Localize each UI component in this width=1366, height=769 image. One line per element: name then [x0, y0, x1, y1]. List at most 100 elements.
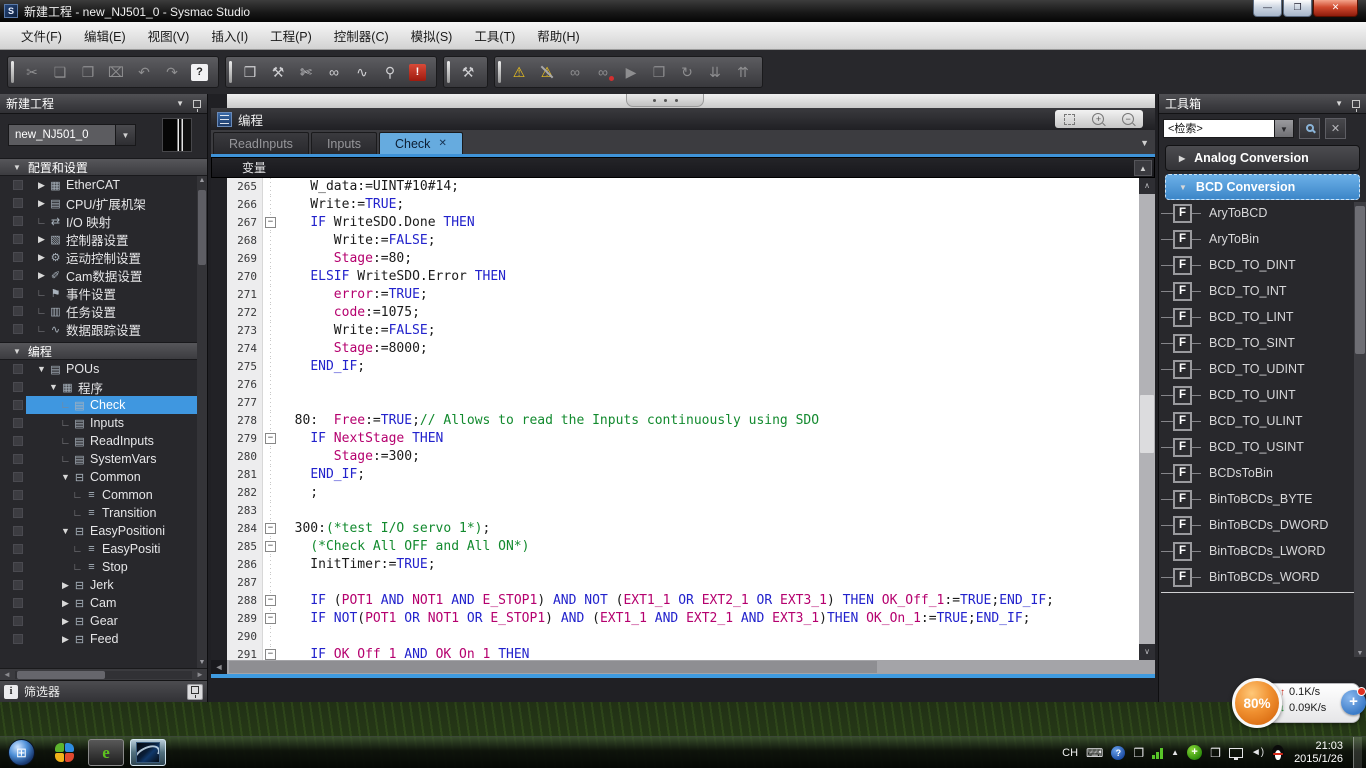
search-clear-button[interactable]: ✕ [1325, 118, 1346, 139]
toolbox-fn-BCD_TO_DINT[interactable]: FBCD_TO_DINT [1159, 252, 1366, 278]
menu-视图(V)[interactable]: 视图(V) [137, 22, 201, 49]
help-tray-icon[interactable]: ? [1111, 746, 1125, 760]
tree-item-Transition[interactable]: ∟≡Transition [0, 504, 207, 522]
check-program-icon[interactable]: ∞ [320, 60, 348, 84]
toolbox-fn-BCD_TO_USINT[interactable]: FBCD_TO_USINT [1159, 434, 1366, 460]
code-line-266[interactable]: 266 Write:=TRUE; [227, 196, 1139, 214]
filter-bar[interactable]: i 筛选器 [0, 680, 207, 702]
toolbox-header[interactable]: 工具箱 ▼ [1159, 94, 1366, 114]
troubleshoot-icon[interactable]: ⚒ [454, 60, 482, 84]
taskbar-app-pinwheel[interactable] [46, 739, 82, 766]
monitor-window-icon[interactable]: ∿ [348, 60, 376, 84]
code-line-276[interactable]: 276 [227, 376, 1139, 394]
scroll-up-icon[interactable]: ▲ [197, 176, 207, 186]
taskbar-app-sysmac[interactable] [130, 739, 166, 766]
window-icon[interactable]: ❒ [236, 60, 264, 84]
tree-item-Stop[interactable]: ∟≡Stop [0, 558, 207, 576]
code-line-273[interactable]: 273 Write:=FALSE; [227, 322, 1139, 340]
taskbar-app-browser[interactable]: e [88, 739, 124, 766]
menu-插入(I)[interactable]: 插入(I) [200, 22, 259, 49]
window-tray-icon[interactable]: ❐ [1133, 746, 1144, 760]
pin-icon[interactable] [1352, 100, 1360, 108]
show-desktop-button[interactable] [1353, 737, 1362, 769]
stop-monitor-icon[interactable]: ∞ [589, 60, 617, 84]
filter-pin-button[interactable] [187, 684, 203, 700]
code-hscrollbar[interactable]: ◄ [211, 660, 1155, 674]
tree-expand-icon[interactable]: ▶ [35, 252, 48, 263]
tree-item-ReadInputs[interactable]: ∟▤ReadInputs [0, 432, 207, 450]
tree-item-运动控制设置[interactable]: ▶⚙运动控制设置 [0, 248, 207, 266]
code-line-287[interactable]: 287 [227, 574, 1139, 592]
tree-item-EtherCAT[interactable]: ▶▦EtherCAT [0, 176, 207, 194]
menu-帮助(H)[interactable]: 帮助(H) [526, 22, 590, 49]
menu-工程(P)[interactable]: 工程(P) [259, 22, 323, 49]
tree-item-控制器设置[interactable]: ▶▧控制器设置 [0, 230, 207, 248]
scroll-up-icon[interactable]: ∧ [1139, 178, 1155, 194]
tree-hscrollbar[interactable]: ◄ ► [0, 668, 207, 680]
code-hscrollbar-thumb[interactable] [229, 661, 877, 673]
toolbox-group-bcd[interactable]: ▼ BCD Conversion [1165, 174, 1360, 200]
toolbox-group-analog[interactable]: ▶ Analog Conversion [1165, 145, 1360, 171]
code-lines[interactable]: 265 W_data:=UINT#10#14;266 Write:=TRUE;2… [227, 178, 1139, 660]
tree-expand-icon[interactable]: ▶ [59, 634, 72, 645]
fold-collapse-icon[interactable]: − [265, 541, 276, 552]
scroll-right-icon[interactable]: ► [193, 670, 207, 680]
chevron-down-icon[interactable]: ▼ [1335, 99, 1343, 108]
tree-item-EasyPositi[interactable]: ∟≡EasyPositi [0, 540, 207, 558]
toolbox-fn-BCD_TO_ULINT[interactable]: FBCD_TO_ULINT [1159, 408, 1366, 434]
toolbox-fn-BCDsToBin[interactable]: FBCDsToBin [1159, 460, 1366, 486]
delete-icon[interactable]: ⌧ [102, 60, 130, 84]
clock[interactable]: 21:03 2015/1/26 [1294, 740, 1343, 766]
toolbox-scrollbar[interactable]: ▼ [1354, 202, 1366, 657]
synchronize-icon[interactable]: ↻ [673, 60, 701, 84]
code-line-265[interactable]: 265 W_data:=UINT#10#14; [227, 178, 1139, 196]
cut-icon[interactable]: ✂ [18, 60, 46, 84]
tab-Inputs[interactable]: Inputs [311, 132, 377, 154]
tree-item-Inputs[interactable]: ∟▤Inputs [0, 414, 207, 432]
tree-item-SystemVars[interactable]: ∟▤SystemVars [0, 450, 207, 468]
toolbox-scrollbar-thumb[interactable] [1355, 206, 1365, 354]
toolbox-fn-BCD_TO_SINT[interactable]: FBCD_TO_SINT [1159, 330, 1366, 356]
tree-item-I/O 映射[interactable]: ∟⇄I/O 映射 [0, 212, 207, 230]
tree-item-Jerk[interactable]: ▶⊟Jerk [0, 576, 207, 594]
tree-expand-icon[interactable]: ▼ [47, 382, 60, 392]
menu-工具(T)[interactable]: 工具(T) [463, 22, 526, 49]
tree-item-程序[interactable]: ▼▦程序 [0, 378, 207, 396]
code-line-278[interactable]: 278 80: Free:=TRUE;// Allows to read the… [227, 412, 1139, 430]
toolbox-fn-BinToBCDs_BYTE[interactable]: FBinToBCDs_BYTE [1159, 486, 1366, 512]
tree-item-Common[interactable]: ▼⊟Common [0, 468, 207, 486]
monitor-icon[interactable]: ∞ [561, 60, 589, 84]
project-panel-header[interactable]: 新建工程 ▼ [0, 94, 207, 114]
code-line-281[interactable]: 281 END_IF; [227, 466, 1139, 484]
tree-item-EasyPositioni[interactable]: ▼⊟EasyPositioni [0, 522, 207, 540]
code-line-267[interactable]: 267− IF WriteSDO.Done THEN [227, 214, 1139, 232]
keyboard-icon[interactable]: ⌨ [1086, 746, 1103, 760]
tree-expand-icon[interactable]: ▼ [59, 526, 72, 536]
tab-close-icon[interactable]: ✕ [438, 138, 446, 149]
tree-item-Cam[interactable]: ▶⊟Cam [0, 594, 207, 612]
start-button[interactable]: ⊞ [8, 739, 35, 766]
code-line-291[interactable]: 291− IF OK_Off_1 AND OK_On_1 THEN [227, 646, 1139, 660]
speed-widget[interactable]: ↑0.1K/s ↓0.09K/s + 80% [1232, 678, 1366, 730]
menu-模拟(S)[interactable]: 模拟(S) [400, 22, 464, 49]
menu-编辑(E)[interactable]: 编辑(E) [73, 22, 137, 49]
tree-expand-icon[interactable]: ▶ [59, 580, 72, 591]
tree-expand-icon[interactable]: ▶ [59, 598, 72, 609]
code-line-283[interactable]: 283 [227, 502, 1139, 520]
rebuild-icon[interactable]: ✄ [292, 60, 320, 84]
zoom-out-icon[interactable]: − [1122, 113, 1134, 125]
fold-collapse-icon[interactable]: − [265, 433, 276, 444]
pin-icon[interactable] [193, 100, 201, 108]
code-line-285[interactable]: 285− (*Check All OFF and All ON*) [227, 538, 1139, 556]
fold-collapse-icon[interactable]: − [265, 613, 276, 624]
qq-icon[interactable] [1272, 745, 1284, 760]
code-scrollbar-thumb[interactable] [1140, 395, 1154, 453]
fold-collapse-icon[interactable]: − [265, 217, 276, 228]
scroll-down-icon[interactable]: ∨ [1139, 644, 1155, 660]
code-line-280[interactable]: 280 Stage:=300; [227, 448, 1139, 466]
code-line-269[interactable]: 269 Stage:=80; [227, 250, 1139, 268]
tree-scrollbar[interactable]: ▲ ▼ [197, 176, 207, 668]
go-online-icon[interactable]: ⚠ [505, 60, 533, 84]
network-monitor-icon[interactable] [1229, 748, 1243, 758]
code-line-282[interactable]: 282 ; [227, 484, 1139, 502]
